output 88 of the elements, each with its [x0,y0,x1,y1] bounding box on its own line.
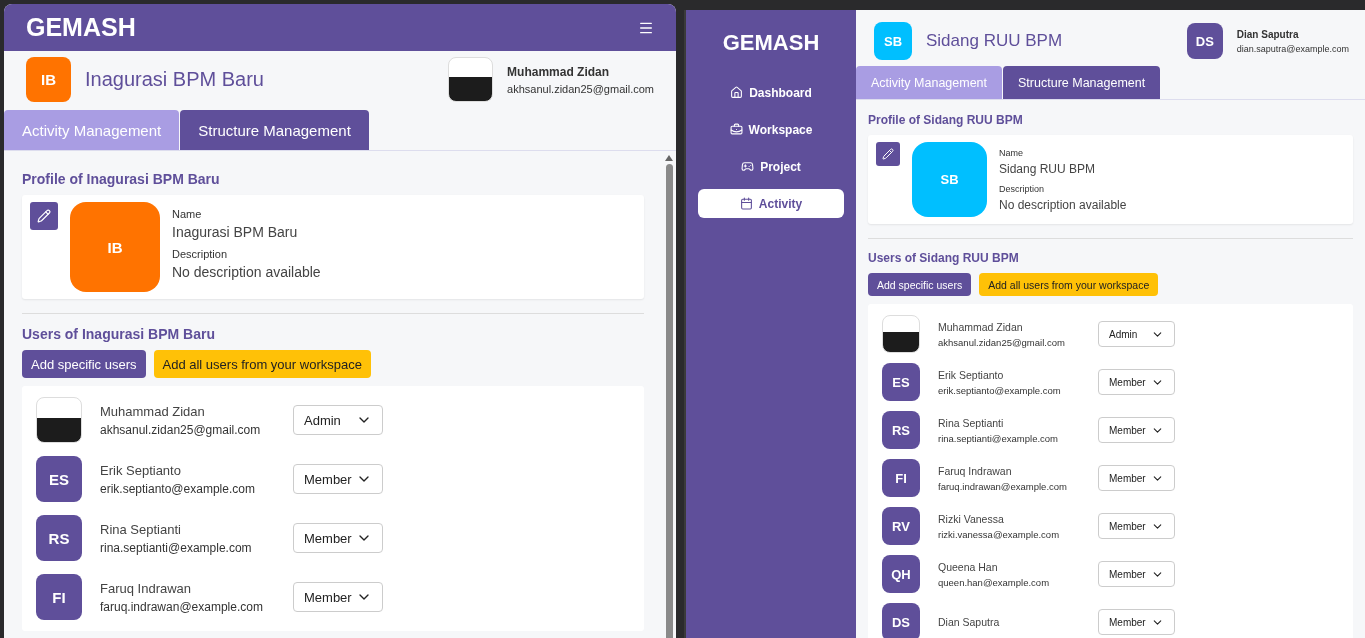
add-users-button[interactable]: Add specific users [868,273,972,296]
member-email: queen.han@example.com [938,576,1051,588]
member-email: faruq.indrawan@example.com [100,599,264,614]
scroll-up-arrow-icon[interactable] [665,155,673,161]
role-select[interactable]: Member [1098,369,1175,395]
section-heading: Users of Inagurasi BPM Baru [22,326,216,342]
member-name: Rina Septianti [938,416,1005,429]
member-name: Erik Septianto [938,368,1005,381]
member-email: erik.septianto@example.com [938,384,1062,396]
member-name: Faruq Indrawan [938,464,1013,477]
member-name: Muhammad Zidan [100,403,206,419]
role-select[interactable]: Member [293,523,383,553]
member-email: akhsanul.zidan25@gmail.com [100,422,262,437]
user-avatar: FI [36,574,82,620]
edit-button[interactable] [876,142,900,166]
activity-avatar: IB [26,57,71,102]
nav-icon [730,86,744,99]
field-label: Name [999,148,1024,158]
brand-logo: GEMASH [721,30,821,56]
user-avatar: ES [882,363,920,401]
member-name: Queena Han [938,560,999,573]
role-select[interactable]: Member [1098,513,1175,539]
role-select[interactable]: Member [293,464,383,494]
member-email: rina.septianti@example.com [938,432,1059,444]
nav-icon [739,197,753,210]
field-value: No description available [172,264,321,280]
nav-item[interactable]: Project [698,152,844,181]
activity-avatar: IB [70,202,160,292]
nav-item[interactable]: Activity [698,189,844,218]
section-heading: Profile of Sidang RUU BPM [868,113,1024,127]
user-name: Dian Saputra [1236,28,1300,40]
user-avatar: RS [882,411,920,449]
pencil-icon [882,148,894,160]
member-email: rina.septianti@example.com [100,540,253,555]
tab[interactable]: Structure Management [180,110,369,150]
nav-icon [729,123,743,136]
user-email: dian.saputra@example.com [1236,43,1349,54]
pencil-icon [37,209,51,223]
tab[interactable]: Structure Management [1003,66,1161,99]
user-avatar: ES [36,456,82,502]
user-avatar: DS [1186,23,1223,59]
role-select[interactable]: Member [1098,417,1175,443]
field-value: No description available [999,198,1127,212]
member-email: akhsanul.zidan25@gmail.com [938,336,1066,348]
field-value: Inagurasi BPM Baru [172,224,299,240]
member-email: erik.septianto@example.com [100,481,256,496]
field-value: Sidang RUU BPM [999,162,1097,176]
member-name: Muhammad Zidan [938,320,1024,333]
user-email: akhsanul.zidan25@gmail.com [507,82,654,95]
role-select[interactable]: Admin [293,405,383,435]
brand-logo: GEMASH [26,13,136,42]
user-avatar: QH [882,555,920,593]
activity-title: Inagurasi BPM Baru [85,68,264,91]
member-name: Dian Saputra [938,616,1001,628]
member-name: Erik Septianto [100,462,182,478]
member-name: Faruq Indrawan [100,580,193,596]
edit-button[interactable] [30,202,58,230]
field-label: Description [999,184,1046,194]
member-name: Rizki Vanessa [938,512,1005,525]
field-label: Description [172,248,229,260]
field-label: Name [172,208,203,220]
role-select[interactable]: Admin [1098,321,1175,347]
member-email: faruq.indrawan@example.com [938,480,1068,492]
nav-icon [741,160,755,173]
add-users-button[interactable]: Add all users from your workspace [979,273,1159,296]
role-select[interactable]: Member [293,582,383,612]
member-name: Rina Septianti [100,521,182,537]
role-select[interactable]: Member [1098,465,1175,491]
user-name: Muhammad Zidan [507,64,611,79]
user-avatar: RS [36,515,82,561]
section-heading: Users of Sidang RUU BPM [868,251,1020,265]
role-select[interactable]: Member [1098,561,1175,587]
member-email: rizki.vanessa@example.com [938,528,1061,540]
activity-title: Sidang RUU BPM [926,31,1063,51]
section-heading: Profile of Inagurasi BPM Baru [22,171,221,187]
nav-item[interactable]: Dashboard [698,78,844,107]
user-photo-placeholder [36,397,82,443]
user-avatar: FI [882,459,920,497]
user-photo-placeholder [448,57,494,102]
user-avatar: RV [882,507,920,545]
add-users-button[interactable]: Add specific users [22,350,146,378]
user-photo-placeholder [882,315,920,353]
user-avatar: DS [882,603,920,638]
nav-item[interactable]: Workspace [698,115,844,144]
activity-avatar: SB [874,22,912,60]
activity-avatar: SB [912,142,987,217]
role-select[interactable]: Member [1098,609,1175,635]
add-users-button[interactable]: Add all users from your workspace [153,350,371,378]
